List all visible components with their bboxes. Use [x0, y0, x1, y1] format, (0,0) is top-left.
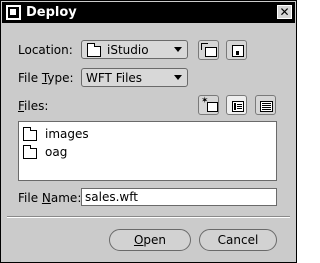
list-view-icon — [232, 101, 244, 112]
file-type-combo[interactable]: WFT Files — [81, 68, 188, 87]
file-name-label: File Name: — [18, 191, 81, 205]
divider — [7, 216, 290, 218]
files-label: Files: — [18, 99, 48, 113]
file-name-label-suffix: ame: — [50, 191, 82, 205]
up-arrow-icon — [201, 43, 208, 50]
file-type-label-suffix: ype: — [47, 71, 74, 85]
sparkle-icon: ✶ — [201, 96, 209, 106]
file-type-value: WFT Files — [86, 71, 143, 85]
file-name-label-mnemonic: N — [41, 191, 51, 205]
window-title: Deploy — [26, 5, 77, 20]
open-button-mnemonic: O — [133, 233, 144, 247]
cancel-button[interactable]: Cancel — [199, 229, 277, 251]
list-item-name: oag — [45, 145, 68, 159]
close-icon: ✕ — [279, 5, 290, 19]
details-view-button[interactable] — [255, 95, 276, 115]
file-name-label-prefix: File — [18, 191, 42, 205]
up-one-level-button[interactable] — [198, 40, 219, 60]
title-bar[interactable]: Deploy ✕ — [2, 2, 295, 23]
home-folder-icon — [232, 45, 244, 57]
cancel-button-label: Cancel — [217, 233, 259, 247]
close-button[interactable]: ✕ — [277, 5, 292, 19]
file-type-label-prefix: File — [18, 71, 42, 85]
location-value: iStudio — [107, 43, 149, 57]
file-list[interactable]: images oag — [18, 121, 277, 181]
files-label-suffix: iles: — [24, 99, 49, 113]
open-button[interactable]: Open — [109, 229, 191, 251]
list-view-button[interactable] — [226, 95, 247, 115]
folder-icon — [87, 43, 101, 57]
location-label: Location: — [18, 43, 73, 57]
folder-icon — [23, 127, 37, 141]
folder-icon — [23, 145, 37, 159]
file-name-field[interactable] — [81, 188, 277, 206]
chevron-down-icon — [174, 47, 182, 52]
open-button-label: pen — [143, 233, 167, 247]
deploy-dialog: Deploy ✕ Location: iStudio File Type: WF… — [0, 0, 297, 263]
new-folder-icon — [207, 102, 218, 112]
file-name-input[interactable] — [82, 189, 276, 205]
location-combo[interactable]: iStudio — [81, 40, 188, 59]
list-item-name: images — [45, 127, 89, 141]
details-view-icon — [260, 101, 273, 112]
chevron-down-icon — [174, 75, 182, 80]
file-type-label: File Type: — [18, 71, 74, 85]
app-icon[interactable] — [6, 5, 21, 20]
new-folder-button[interactable]: ✶ — [198, 95, 219, 115]
home-button[interactable] — [226, 40, 247, 60]
